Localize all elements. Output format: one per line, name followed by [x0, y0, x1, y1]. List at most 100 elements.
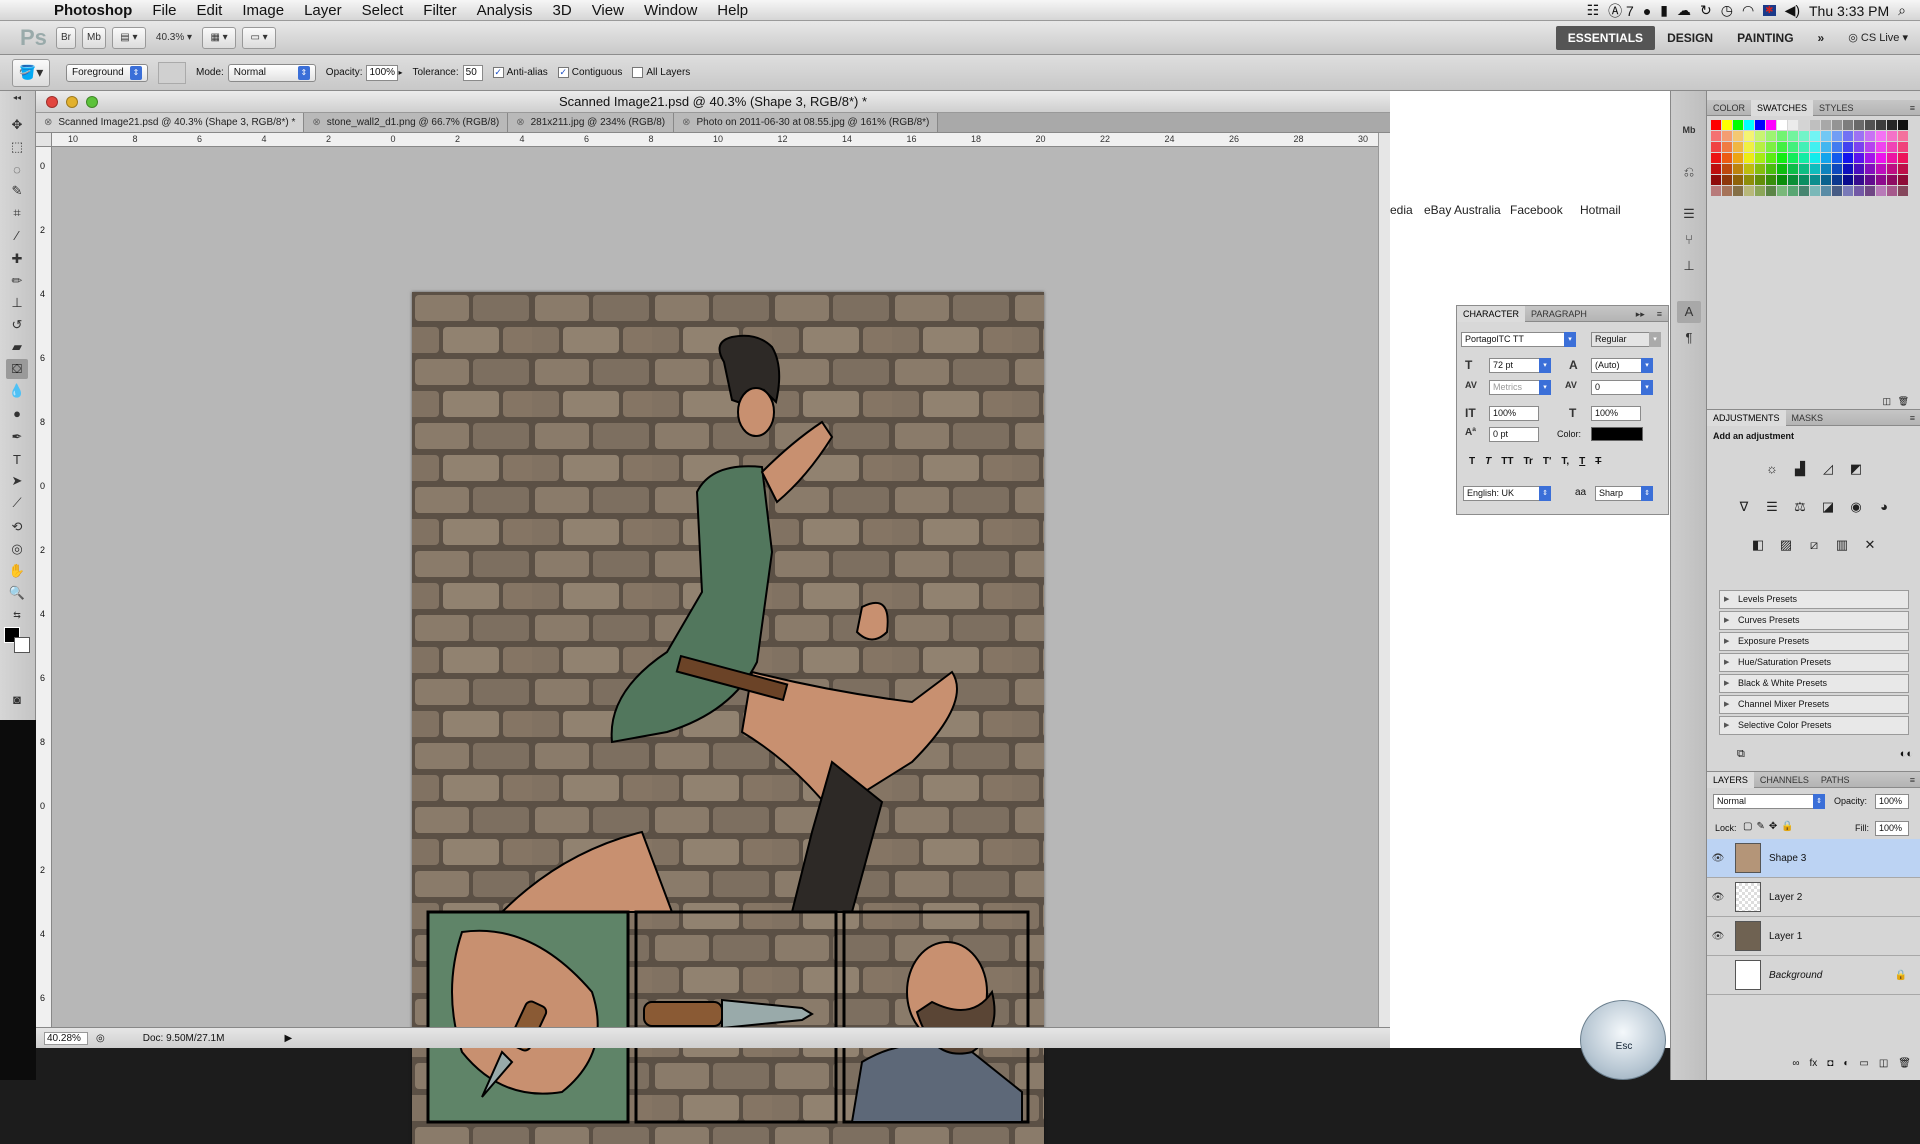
tab-paragraph[interactable]: PARAGRAPH [1525, 306, 1593, 322]
swap-colors-icon[interactable]: ⇆ [6, 605, 28, 625]
blur-tool-icon[interactable]: 💧 [6, 381, 28, 401]
layer-visibility-icon[interactable]: 👁 [1707, 931, 1729, 942]
color-swatch[interactable] [1733, 142, 1743, 152]
swatches-menu-icon[interactable]: ≡ [1904, 100, 1920, 116]
status-zoom[interactable]: 40.28% [44, 1031, 88, 1045]
screen-mode-button[interactable]: ▭ ▾ [242, 26, 277, 49]
color-swatch[interactable] [1854, 186, 1864, 196]
layer-name[interactable]: Layer 1 [1769, 931, 1802, 942]
color-swatch[interactable] [1865, 131, 1875, 141]
adjustments-clip-icon[interactable]: ⧉ [1737, 748, 1745, 761]
color-swatch[interactable] [1887, 142, 1897, 152]
color-swatch[interactable] [1821, 186, 1831, 196]
color-swatch[interactable] [1799, 186, 1809, 196]
doc-tab-stone-wall[interactable]: ⊗ stone_wall2_d1.png @ 66.7% (RGB/8) [304, 113, 509, 132]
tab-character[interactable]: CHARACTER [1457, 305, 1526, 322]
adobe-updates-icon[interactable]: Ⓐ 7 [1608, 1, 1634, 21]
color-swatch[interactable] [1832, 120, 1842, 130]
color-swatch[interactable] [1876, 186, 1886, 196]
color-swatch[interactable] [1755, 175, 1765, 185]
delete-swatch-icon[interactable]: 🗑 [1898, 396, 1909, 407]
color-swatch[interactable] [1744, 131, 1754, 141]
menu-help[interactable]: Help [707, 0, 758, 21]
opacity-slider-arrow[interactable]: ▸ [398, 68, 402, 77]
color-swatch[interactable] [1832, 175, 1842, 185]
color-swatch[interactable] [1876, 164, 1886, 174]
color-swatch[interactable] [1733, 175, 1743, 185]
color-swatch[interactable] [1766, 164, 1776, 174]
vertical-scale-input[interactable]: 100% [1489, 406, 1539, 421]
color-swatch[interactable] [1898, 142, 1908, 152]
delete-layer-icon[interactable]: 🗑 [1898, 1058, 1911, 1078]
layer-row-layer-2[interactable]: 👁 Layer 2 [1707, 878, 1920, 917]
arrange-documents-button[interactable]: ▦ ▾ [202, 26, 237, 49]
3d-rotate-tool-icon[interactable]: ⟲ [6, 517, 28, 537]
menu-edit[interactable]: Edit [187, 0, 233, 21]
menu-window[interactable]: Window [634, 0, 707, 21]
evernote-icon[interactable]: ▮ [1660, 2, 1668, 19]
tab-styles[interactable]: STYLES [1813, 100, 1860, 116]
color-swatch[interactable] [1755, 186, 1765, 196]
character-panel-icon[interactable]: A [1677, 301, 1701, 323]
color-swatch[interactable] [1799, 164, 1809, 174]
layer-visibility-icon[interactable]: 👁 [1707, 853, 1729, 864]
color-swatch[interactable] [1722, 186, 1732, 196]
curves-icon[interactable]: ◿ [1817, 458, 1839, 478]
color-swatch[interactable] [1788, 131, 1798, 141]
quick-select-tool-icon[interactable]: ✎ [6, 181, 28, 201]
workspace-painting[interactable]: PAINTING [1725, 26, 1805, 50]
color-swatch[interactable] [1799, 131, 1809, 141]
move-tool-icon[interactable]: ✥ [6, 115, 28, 135]
color-swatch[interactable] [1711, 175, 1721, 185]
gradient-map-icon[interactable]: ▥ [1831, 534, 1853, 554]
menu-3d[interactable]: 3D [543, 0, 582, 21]
menu-image[interactable]: Image [232, 0, 294, 21]
layer-blend-mode-select[interactable]: Normal ⇕ [1713, 794, 1825, 809]
close-tab-icon[interactable]: ⊗ [682, 113, 690, 132]
tab-swatches[interactable]: SWATCHES [1751, 99, 1814, 116]
faux-italic-button[interactable]: T [1485, 456, 1491, 467]
color-swatch[interactable] [1766, 120, 1776, 130]
pattern-picker[interactable] [158, 61, 186, 84]
color-swatch[interactable] [1744, 153, 1754, 163]
color-swatch[interactable] [1799, 153, 1809, 163]
underline-button[interactable]: T [1579, 456, 1585, 467]
tab-paths[interactable]: PATHS [1815, 772, 1856, 788]
color-swatch[interactable] [1733, 186, 1743, 196]
pen-tool-icon[interactable]: ✒ [6, 427, 28, 447]
color-swatch[interactable] [1799, 120, 1809, 130]
color-swatch[interactable] [1799, 142, 1809, 152]
spotlight-icon[interactable]: ⌕ [1898, 2, 1906, 19]
color-swatch[interactable] [1722, 120, 1732, 130]
tolerance-input[interactable]: 50 [462, 64, 483, 81]
color-balance-icon[interactable]: ⚖ [1789, 496, 1811, 516]
color-swatch[interactable] [1843, 164, 1853, 174]
status-preview-icon[interactable]: ◎ [96, 1033, 105, 1044]
airport-icon[interactable]: ◠ [1742, 2, 1754, 19]
color-swatch[interactable] [1755, 131, 1765, 141]
color-swatch[interactable] [1777, 175, 1787, 185]
color-swatch[interactable] [1887, 153, 1897, 163]
color-swatch[interactable] [1777, 153, 1787, 163]
layer-fill-input[interactable]: 100% [1875, 821, 1909, 836]
color-swatch[interactable] [1733, 120, 1743, 130]
language-select[interactable]: English: UK ⇕ [1463, 486, 1551, 501]
preset-curves[interactable]: Curves Presets [1719, 611, 1909, 630]
layer-row-background[interactable]: 👁 Background 🔒 [1707, 956, 1920, 995]
tracking-input[interactable]: 0 ▾ [1591, 380, 1653, 395]
color-swatch[interactable] [1821, 142, 1831, 152]
new-layer-icon[interactable]: ◫ [1879, 1058, 1888, 1078]
cloud-icon[interactable]: ☁ [1677, 2, 1691, 19]
color-swatch[interactable] [1865, 153, 1875, 163]
color-swatch[interactable] [1876, 142, 1886, 152]
color-swatch[interactable] [1854, 120, 1864, 130]
layers-menu-icon[interactable]: ≡ [1904, 772, 1920, 788]
posterize-icon[interactable]: ▨ [1775, 534, 1797, 554]
color-swatch[interactable] [1832, 164, 1842, 174]
photo-filter-icon[interactable]: ◉ [1845, 496, 1867, 516]
paragraph-panel-icon[interactable]: ¶ [1677, 327, 1701, 349]
color-swatch[interactable] [1711, 142, 1721, 152]
marquee-tool-icon[interactable]: ⬚ [6, 137, 28, 157]
lasso-tool-icon[interactable]: ◌ [6, 159, 28, 179]
selective-color-icon[interactable]: ✕ [1859, 534, 1881, 554]
